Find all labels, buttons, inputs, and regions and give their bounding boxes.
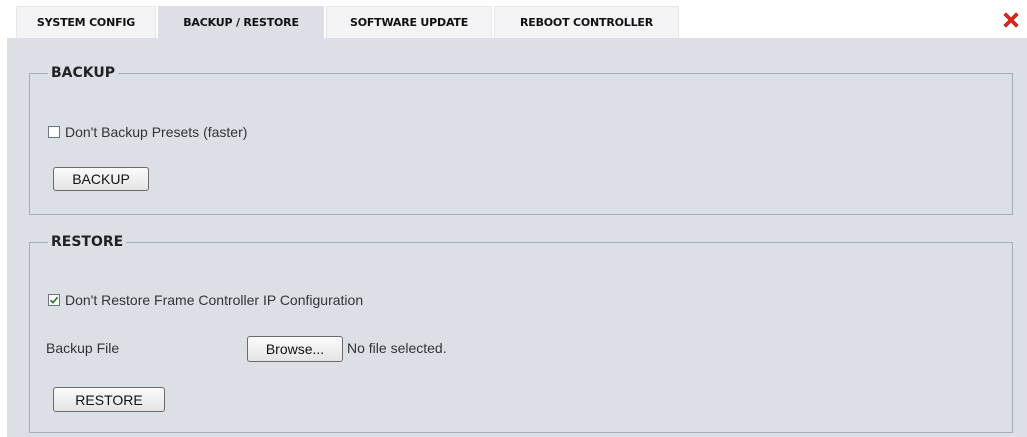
backup-button[interactable]: BACKUP bbox=[53, 167, 149, 191]
backup-section: BACKUP bbox=[29, 65, 1013, 215]
dont-backup-presets-checkbox[interactable] bbox=[48, 126, 60, 138]
settings-panel: BACKUP Don't Backup Presets (faster) BAC… bbox=[7, 38, 1027, 437]
tab-system-config[interactable]: SYSTEM CONFIG bbox=[16, 6, 156, 38]
checkmark-icon bbox=[49, 296, 59, 304]
dont-restore-ip-checkbox[interactable] bbox=[48, 294, 60, 306]
restore-legend: RESTORE bbox=[51, 234, 124, 250]
tab-software-update[interactable]: SOFTWARE UPDATE bbox=[326, 6, 492, 38]
browse-button[interactable]: Browse... bbox=[247, 336, 343, 362]
dont-backup-presets-label: Don't Backup Presets (faster) bbox=[65, 124, 248, 140]
restore-button[interactable]: RESTORE bbox=[53, 387, 165, 412]
tab-bar: SYSTEM CONFIG BACKUP / RESTORE SOFTWARE … bbox=[0, 0, 1027, 38]
backup-legend: BACKUP bbox=[51, 65, 116, 81]
restore-section: RESTORE bbox=[29, 234, 1013, 433]
tab-backup-restore[interactable]: BACKUP / RESTORE bbox=[158, 6, 324, 38]
backup-option-row: Don't Backup Presets (faster) bbox=[48, 124, 247, 140]
restore-option-row: Don't Restore Frame Controller IP Config… bbox=[48, 292, 363, 308]
file-status-text: No file selected. bbox=[347, 340, 447, 356]
close-icon[interactable] bbox=[1001, 10, 1021, 30]
tab-reboot-controller[interactable]: REBOOT CONTROLLER bbox=[494, 6, 679, 38]
dont-restore-ip-label: Don't Restore Frame Controller IP Config… bbox=[65, 292, 364, 308]
backup-file-label: Backup File bbox=[46, 340, 120, 356]
